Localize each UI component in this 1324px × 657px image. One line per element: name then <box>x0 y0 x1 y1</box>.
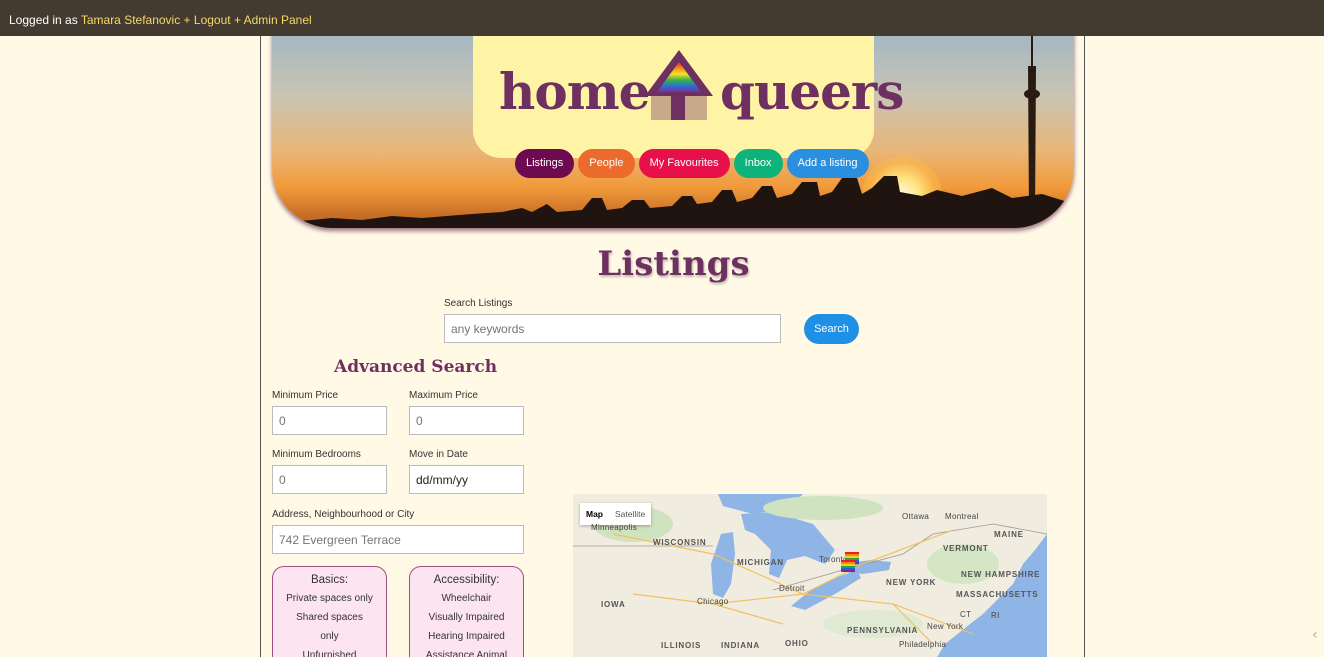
nav-add-listing[interactable]: Add a listing <box>786 149 869 178</box>
map-label-montreal: Montreal <box>945 512 979 521</box>
map-label-vermont: VERMONT <box>943 544 989 553</box>
accessibility-option-wheelchair[interactable]: Wheelchair <box>410 589 523 608</box>
map-label-chicago: Chicago <box>697 597 729 606</box>
map-label-wisconsin: WISCONSIN <box>653 538 707 547</box>
logo-box: homes queers <box>473 36 904 158</box>
map-label-pennsylvania: PENNSYLVANIA <box>847 626 919 635</box>
listing-marker[interactable] <box>841 560 855 572</box>
basics-option-private[interactable]: Private spaces only <box>273 589 386 608</box>
user-account-links[interactable]: Tamara Stefanovic + Logout + Admin Panel <box>81 13 312 27</box>
basics-option-unfurnished[interactable]: Unfurnished <box>273 646 386 657</box>
map-tab-satellite[interactable]: Satellite <box>609 503 651 525</box>
top-bar: Logged in as Tamara Stefanovic + Logout … <box>0 0 1324 36</box>
accessibility-filter-box: Accessibility: Wheelchair Visually Impai… <box>409 566 524 657</box>
accessibility-option-assistance-animal[interactable]: Assistance Animal <box>410 646 523 657</box>
map-label-new-york-state: NEW YORK <box>886 578 937 587</box>
move-in-date-input[interactable]: dd/mm/yy <box>409 465 524 494</box>
advanced-search-title: Advanced Search <box>334 357 498 377</box>
basics-option-shared-cont[interactable]: only <box>273 627 386 646</box>
search-label: Search Listings <box>444 298 513 309</box>
min-price-input[interactable] <box>272 406 387 435</box>
chevron-left-icon[interactable]: ‹ <box>1312 627 1324 643</box>
basics-option-shared[interactable]: Shared spaces <box>273 608 386 627</box>
accessibility-option-hearing-impaired[interactable]: Hearing Impaired <box>410 627 523 646</box>
header-banner: homes queers Listings People My Favourit… <box>272 36 1074 228</box>
page-container: homes queers Listings People My Favourit… <box>260 36 1085 657</box>
map-label-ohio: OHIO <box>785 639 809 648</box>
map-label-massachusetts: MASSACHUSETTS <box>956 590 1039 599</box>
min-bedrooms-input[interactable] <box>272 465 387 494</box>
accessibility-option-visually-impaired[interactable]: Visually Impaired <box>410 608 523 627</box>
map-label-new-york-city: New York <box>927 622 964 631</box>
map-type-tabs: Map Satellite <box>580 503 651 525</box>
nav-inbox[interactable]: Inbox <box>733 149 783 178</box>
map-label-ottawa: Ottawa <box>902 512 930 521</box>
address-input[interactable] <box>272 525 524 554</box>
basics-title: Basics: <box>310 574 349 586</box>
map-label-maine: MAINE <box>994 530 1024 539</box>
address-label: Address, Neighbourhood or City <box>272 509 415 520</box>
map-label-iowa: IOWA <box>601 600 626 609</box>
nav-listings[interactable]: Listings <box>515 149 575 178</box>
page-title: Listings <box>597 244 750 284</box>
listings-map[interactable]: Map Satellite Minneapolis WISCONSIN MICH… <box>573 494 1047 657</box>
basics-filter-box: Basics: Private spaces only Shared space… <box>272 566 387 657</box>
map-label-ct: CT <box>960 610 972 619</box>
map-label-philadelphia: Philadelphia <box>899 640 947 649</box>
map-label-ri: RI <box>991 611 1000 620</box>
nav-my-favourites[interactable]: My Favourites <box>638 149 730 178</box>
accessibility-title: Accessibility: <box>433 574 500 586</box>
move-in-date-label: Move in Date <box>409 449 468 460</box>
map-label-minneapolis: Minneapolis <box>591 523 637 532</box>
logged-in-text: Logged in as <box>9 13 81 27</box>
logo-text-queers: queers <box>720 62 904 121</box>
search-input[interactable] <box>444 314 781 343</box>
max-price-label: Maximum Price <box>409 390 478 401</box>
rainbow-house-logo-icon <box>645 50 713 120</box>
nav-people[interactable]: People <box>578 149 635 178</box>
min-bedrooms-label: Minimum Bedrooms <box>272 449 361 460</box>
main-nav: Listings People My Favourites Inbox Add … <box>515 149 869 178</box>
map-label-detroit: Detroit <box>779 584 805 593</box>
map-label-illinois: ILLINOIS <box>661 641 702 650</box>
map-tab-map[interactable]: Map <box>580 503 609 525</box>
search-button[interactable]: Search <box>804 314 859 344</box>
map-label-michigan: MICHIGAN <box>737 558 784 567</box>
map-label-indiana: INDIANA <box>721 641 760 650</box>
map-label-new-hampshire: NEW HAMPSHIRE <box>961 570 1041 579</box>
min-price-label: Minimum Price <box>272 390 339 401</box>
max-price-input[interactable] <box>409 406 524 435</box>
